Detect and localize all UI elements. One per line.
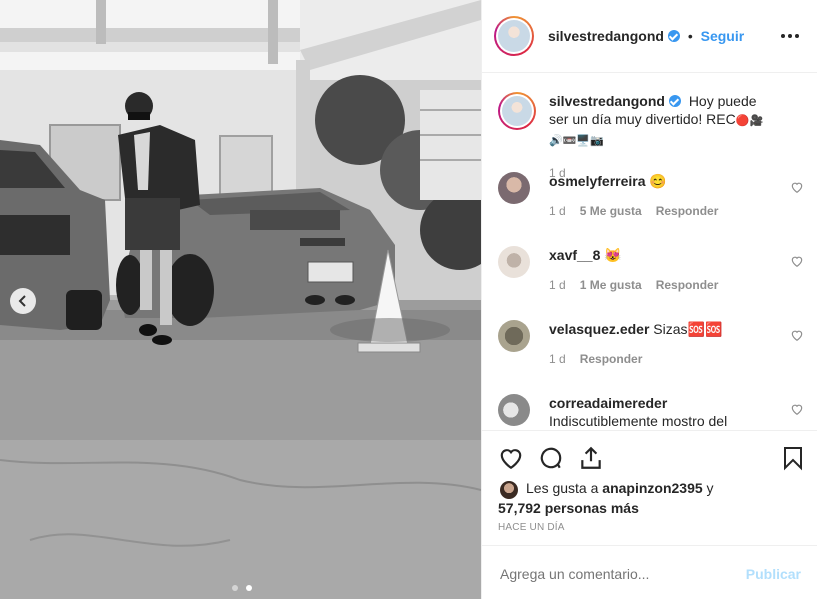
author-username[interactable]: silvestredangond [548, 28, 664, 44]
follow-separator: • [687, 28, 693, 44]
verified-badge-icon [667, 30, 680, 42]
reply-button[interactable]: Responder [580, 352, 643, 366]
post-timestamp[interactable]: HACE UN DÍA [498, 522, 565, 533]
post-sidebar: silvestredangond • Seguir silvestredango… [481, 0, 817, 599]
comment-username[interactable]: osmelyferreira [549, 173, 646, 189]
instagram-post-modal: silvestredangond • Seguir silvestredango… [0, 0, 817, 599]
comment-text: 😻 [604, 247, 622, 263]
comment-input[interactable] [498, 562, 732, 586]
likes-suffix[interactable]: personas más [545, 500, 639, 516]
comment-time[interactable]: 1 d [549, 278, 566, 292]
liker-username[interactable]: anapinzon2395 [602, 480, 702, 496]
like-heart-icon[interactable] [498, 445, 524, 471]
likes-count[interactable]: 57,792 [498, 500, 541, 516]
chevron-left-icon [18, 295, 26, 307]
save-bookmark-icon[interactable] [781, 445, 805, 471]
verified-badge-icon [668, 95, 681, 107]
comment-avatar[interactable] [498, 394, 530, 426]
likes-summary: Les gusta a anapinzon2395 y 57,792 perso… [498, 478, 714, 518]
follow-button[interactable]: Seguir [701, 28, 745, 44]
caption-avatar[interactable] [498, 92, 536, 130]
comment-text: Sizas🆘🆘 [653, 321, 723, 337]
comment-time[interactable]: 1 d [549, 352, 566, 366]
like-comment-heart-icon[interactable] [790, 402, 804, 416]
liker-avatar[interactable] [500, 481, 518, 499]
comment-likes[interactable]: 1 Me gusta [580, 278, 642, 292]
reply-button[interactable]: Responder [656, 204, 719, 218]
post-header: silvestredangond • Seguir [482, 0, 817, 73]
comment-username[interactable]: xavf__8 [549, 247, 600, 263]
comment-text: Indiscutiblemente mostro del [549, 413, 728, 429]
author-avatar[interactable] [494, 16, 534, 56]
carousel-dot-active [246, 585, 253, 591]
share-icon[interactable] [578, 445, 604, 471]
comment-icon[interactable] [538, 445, 564, 471]
comment-time[interactable]: 1 d [549, 204, 566, 218]
photo-scene [0, 0, 481, 599]
post-photo[interactable] [0, 0, 481, 599]
carousel-dot [232, 585, 238, 591]
comment-avatar[interactable] [498, 172, 530, 204]
action-bar [482, 430, 817, 478]
likes-joiner: y [706, 480, 714, 496]
like-comment-heart-icon[interactable] [790, 180, 804, 194]
like-comment-heart-icon[interactable] [790, 254, 804, 268]
publish-button[interactable]: Publicar [746, 566, 801, 582]
carousel-dots [232, 578, 253, 596]
more-options-icon[interactable] [781, 34, 801, 40]
comment-avatar[interactable] [498, 246, 530, 278]
add-comment-bar: Publicar [482, 545, 817, 599]
like-comment-heart-icon[interactable] [790, 328, 804, 342]
comment-avatar[interactable] [498, 320, 530, 352]
comment-text: 😊 [649, 173, 667, 189]
comments-list[interactable]: silvestredangond Hoy puede ser un día mu… [482, 74, 817, 429]
previous-photo-button[interactable] [10, 288, 36, 314]
likes-prefix: Les gusta a [526, 480, 599, 496]
comment-likes[interactable]: 5 Me gusta [580, 204, 642, 218]
comment-username[interactable]: correadaimereder [549, 395, 667, 411]
caption-username[interactable]: silvestredangond [549, 93, 665, 109]
reply-button[interactable]: Responder [656, 278, 719, 292]
comment-username[interactable]: velasquez.eder [549, 321, 649, 337]
